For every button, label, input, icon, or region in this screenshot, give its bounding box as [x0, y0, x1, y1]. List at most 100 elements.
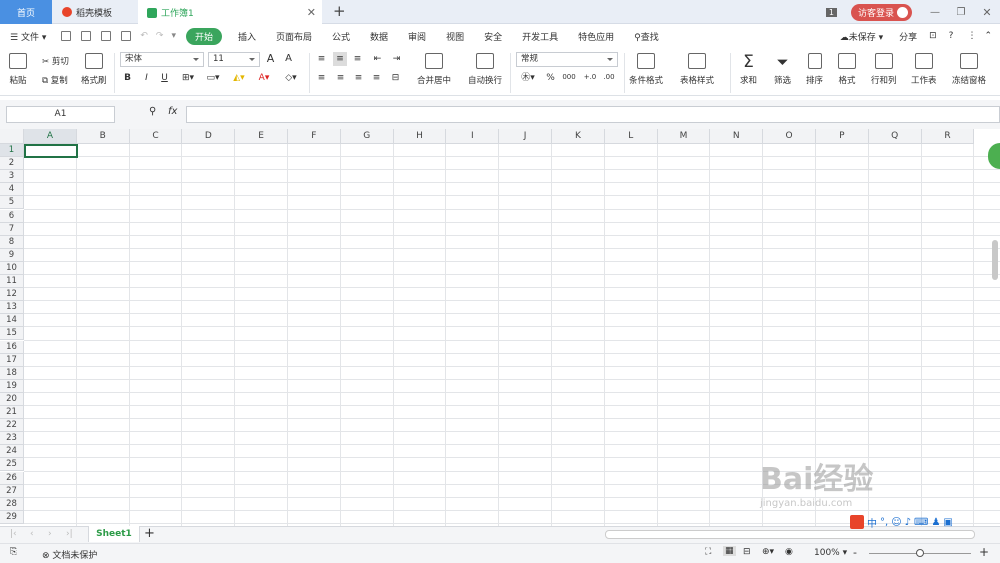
border-icon[interactable]: ⊞▾: [179, 73, 197, 83]
copy-button[interactable]: ⧉ 复制: [42, 74, 68, 86]
cut-button[interactable]: ✂ 剪切: [42, 55, 69, 67]
export-pdf-icon[interactable]: [81, 31, 92, 41]
search-menu[interactable]: ⚲查找: [624, 30, 669, 43]
ime-voice-icon[interactable]: ♪: [905, 517, 911, 528]
menu-tab-developer[interactable]: 开发工具: [512, 30, 568, 43]
column-header-h[interactable]: H: [393, 129, 447, 144]
fx-button[interactable]: fx: [168, 106, 177, 117]
align-center-icon[interactable]: ≡: [335, 73, 346, 83]
minimize-icon[interactable]: —: [922, 7, 948, 18]
wrap-text-button[interactable]: 自动换行: [468, 53, 502, 86]
vertical-scrollbar-thumb[interactable]: [992, 240, 998, 280]
merge-style-icon[interactable]: ▭▾: [204, 73, 222, 83]
undo-icon[interactable]: ↶: [140, 31, 148, 41]
align-right-icon[interactable]: ≡: [353, 73, 364, 83]
redo-icon[interactable]: ↷: [156, 31, 164, 41]
sheet-nav-next-icon[interactable]: ›: [48, 529, 52, 539]
column-header-k[interactable]: K: [552, 129, 605, 144]
row-header-26[interactable]: 26: [0, 471, 24, 485]
menu-tab-data[interactable]: 数据: [360, 30, 398, 43]
protect-status[interactable]: ⊗ 文档未保护: [42, 548, 97, 561]
increase-font-icon[interactable]: A: [265, 53, 276, 64]
sum-button[interactable]: Σ 求和: [740, 53, 757, 86]
row-header-10[interactable]: 10: [0, 261, 24, 275]
ime-logo-icon[interactable]: [850, 515, 864, 529]
font-name-select[interactable]: 宋体: [120, 52, 204, 67]
restore-icon[interactable]: ❐: [948, 7, 974, 18]
row-header-29[interactable]: 29: [0, 510, 24, 524]
ime-emoji-icon[interactable]: ☺: [891, 517, 901, 528]
ime-chinese-icon[interactable]: 中: [867, 515, 877, 530]
percent-button[interactable]: %: [545, 73, 556, 83]
row-header-5[interactable]: 5: [0, 196, 24, 210]
row-header-7[interactable]: 7: [0, 222, 24, 236]
row-header-21[interactable]: 21: [0, 406, 24, 420]
ime-keyboard-icon[interactable]: ⌨: [914, 517, 928, 528]
freeze-panes-button[interactable]: 冻结窗格: [952, 53, 986, 86]
menu-tab-formula[interactable]: 公式: [322, 30, 360, 43]
conditional-format-button[interactable]: 条件格式: [629, 53, 663, 86]
column-header-c[interactable]: C: [129, 129, 183, 144]
row-header-13[interactable]: 13: [0, 301, 24, 315]
column-header-g[interactable]: G: [340, 129, 394, 144]
window-count-badge[interactable]: 1: [825, 7, 837, 17]
align-left-icon[interactable]: ≡: [316, 73, 327, 83]
add-sheet-button[interactable]: +: [144, 526, 155, 541]
selected-cell[interactable]: [24, 144, 78, 158]
reading-mode-icon[interactable]: ⛶: [705, 547, 711, 557]
fill-color-icon[interactable]: ◭▾: [230, 73, 248, 83]
normal-view-icon[interactable]: ▦: [723, 546, 736, 556]
column-header-p[interactable]: P: [816, 129, 869, 144]
share-button[interactable]: 分享: [893, 30, 923, 43]
zoom-level[interactable]: 100% ▾: [814, 548, 847, 558]
increase-decimal-button[interactable]: +.0: [583, 72, 597, 82]
align-top-icon[interactable]: ≡: [316, 54, 327, 64]
menu-tab-special[interactable]: 特色应用: [568, 30, 624, 43]
row-header-11[interactable]: 11: [0, 275, 24, 289]
column-header-r[interactable]: R: [921, 129, 975, 144]
row-header-8[interactable]: 8: [0, 235, 24, 249]
close-window-icon[interactable]: ✕: [974, 6, 1000, 19]
row-header-4[interactable]: 4: [0, 183, 24, 197]
row-header-24[interactable]: 24: [0, 445, 24, 459]
row-header-3[interactable]: 3: [0, 170, 24, 184]
macro-icon[interactable]: ⎘: [10, 547, 17, 557]
zoom-out-button[interactable]: -: [853, 546, 857, 559]
unsaved-status[interactable]: ☁未保存 ▾: [830, 30, 893, 43]
row-header-1[interactable]: 1: [0, 144, 24, 158]
number-format-select[interactable]: 常规: [516, 52, 618, 67]
collapse-ribbon-icon[interactable]: ⊡: [929, 31, 937, 41]
row-header-16[interactable]: 16: [0, 340, 24, 354]
decrease-font-icon[interactable]: A: [283, 54, 294, 64]
name-box[interactable]: A1: [6, 106, 115, 123]
zoom-search-icon[interactable]: ⚲: [149, 106, 156, 117]
row-header-22[interactable]: 22: [0, 419, 24, 433]
row-header-6[interactable]: 6: [0, 209, 24, 223]
merge-center-button[interactable]: 合并居中: [417, 53, 451, 86]
column-header-i[interactable]: I: [446, 129, 500, 144]
thousands-button[interactable]: 000: [562, 72, 576, 82]
row-header-12[interactable]: 12: [0, 288, 24, 302]
row-header-19[interactable]: 19: [0, 379, 24, 393]
row-header-15[interactable]: 15: [0, 327, 24, 341]
new-tab-button[interactable]: +: [333, 2, 346, 20]
underline-button[interactable]: U: [159, 73, 170, 83]
column-header-b[interactable]: B: [76, 129, 130, 144]
indent-decrease-icon[interactable]: ⇤: [372, 54, 383, 64]
ime-skin-icon[interactable]: ▣: [943, 517, 952, 528]
bold-button[interactable]: B: [122, 73, 133, 83]
menu-tab-start[interactable]: 开始: [185, 27, 222, 45]
sort-button[interactable]: 排序: [806, 53, 823, 86]
format-painter-button[interactable]: 格式刷: [81, 53, 107, 86]
collapse-up-icon[interactable]: ⌃: [984, 31, 992, 41]
row-header-23[interactable]: 23: [0, 432, 24, 446]
justify-icon[interactable]: ≡: [371, 73, 382, 83]
tab-template[interactable]: 稻壳模板: [54, 0, 136, 24]
ime-punct-icon[interactable]: °,: [880, 517, 888, 528]
column-header-q[interactable]: Q: [868, 129, 922, 144]
filter-button[interactable]: ⏷ 筛选: [774, 53, 791, 86]
row-header-14[interactable]: 14: [0, 314, 24, 328]
close-tab-icon[interactable]: ✕: [307, 6, 316, 19]
page-break-view-icon[interactable]: ⊟: [743, 547, 751, 557]
page-layout-icon[interactable]: ⊕▾: [762, 547, 774, 557]
